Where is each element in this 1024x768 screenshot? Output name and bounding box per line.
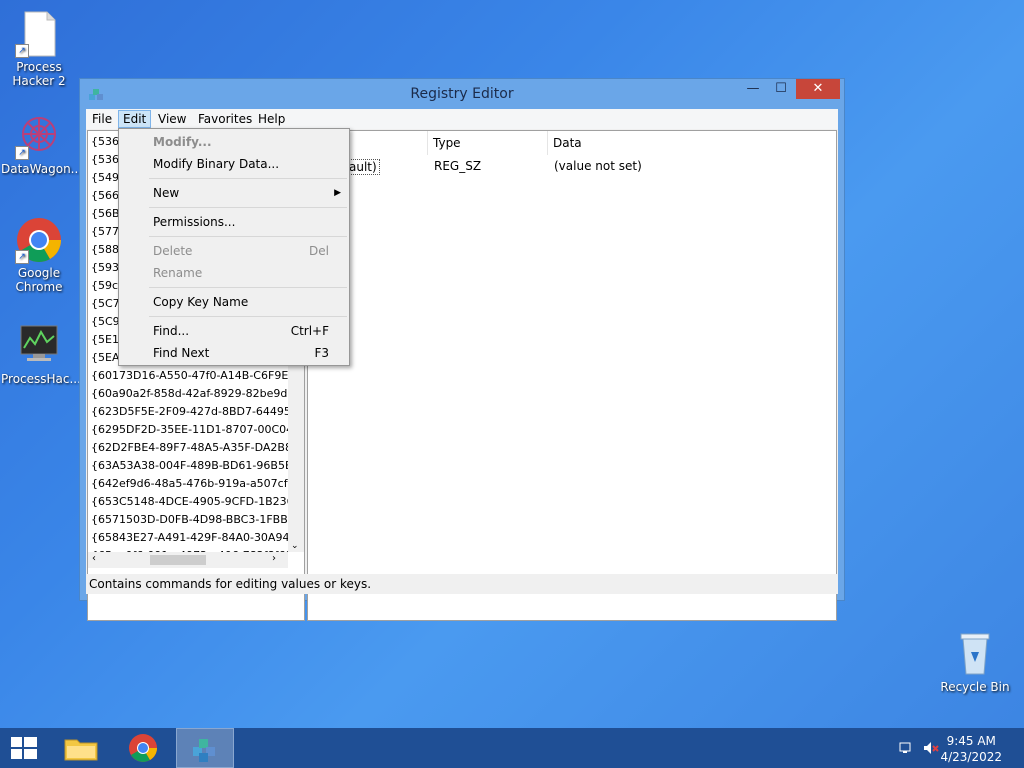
- menu-item-copy-key-name[interactable]: Copy Key Name: [121, 291, 347, 313]
- tree-item[interactable]: {642ef9d6-48a5-476b-919a-a507cfd0: [88, 475, 302, 493]
- chrome-icon: ↗: [15, 216, 63, 264]
- shortcut-arrow-icon: ↗: [15, 146, 29, 160]
- scroll-down-icon[interactable]: ⌄: [291, 541, 299, 551]
- menu-bar: File Edit View Favorites Help: [86, 109, 838, 129]
- maximize-button[interactable]: ☐: [768, 79, 794, 99]
- tree-item[interactable]: {63A53A38-004F-489B-BD61-96B5EEF: [88, 457, 304, 475]
- monitor-icon: [15, 322, 63, 370]
- datawagon-logo-icon: ↗: [15, 112, 63, 160]
- minimize-button[interactable]: —: [740, 79, 766, 99]
- desktop-icon-label: ProcessHac...: [1, 372, 81, 386]
- edit-menu-dropdown: Modify... Modify Binary Data... New ▶ Pe…: [118, 128, 350, 366]
- recycle-bin-icon: [951, 630, 999, 678]
- scroll-thumb[interactable]: [150, 555, 206, 565]
- menu-file[interactable]: File: [88, 111, 116, 127]
- taskbar-registry-editor[interactable]: [176, 728, 234, 768]
- menu-separator: [149, 287, 347, 288]
- menu-favorites[interactable]: Favorites: [194, 111, 256, 127]
- menu-separator: [149, 316, 347, 317]
- desktop-icon-processhacker[interactable]: ProcessHac...: [1, 322, 81, 386]
- desktop-icon-recycle-bin[interactable]: Recycle Bin: [937, 630, 1013, 694]
- tree-item[interactable]: {65843E27-A491-429F-84A0-30A947E: [88, 529, 303, 547]
- menu-item-find[interactable]: Find... Ctrl+F: [121, 320, 347, 342]
- close-button[interactable]: ✕: [796, 79, 840, 99]
- menu-help[interactable]: Help: [254, 111, 289, 127]
- desktop-icon-label: Recycle Bin: [940, 680, 1010, 694]
- network-icon[interactable]: [898, 740, 914, 759]
- chrome-icon: [129, 734, 157, 762]
- registry-editor-icon: [193, 739, 215, 762]
- folder-icon: [64, 739, 98, 761]
- menu-view[interactable]: View: [154, 111, 190, 127]
- menu-item-delete[interactable]: Delete Del: [121, 240, 347, 262]
- status-bar: Contains commands for editing values or …: [86, 574, 838, 594]
- menu-item-modify[interactable]: Modify...: [121, 131, 347, 153]
- taskbar-google-chrome[interactable]: [115, 728, 171, 768]
- desktop-icon-process-hacker[interactable]: ↗ Process Hacker 2: [1, 10, 77, 88]
- menu-separator: [149, 178, 347, 179]
- start-button[interactable]: [0, 728, 48, 768]
- value-data: (value not set): [554, 159, 642, 173]
- desktop-icon-label: DataWagon...: [1, 162, 83, 176]
- shortcut-arrow-icon: ↗: [15, 250, 29, 264]
- title-bar[interactable]: Registry Editor — ☐ ✕: [80, 79, 844, 109]
- values-list-pane[interactable]: Type Data ault) REG_SZ (value not set): [307, 130, 837, 621]
- shortcut-arrow-icon: ↗: [15, 44, 29, 58]
- window-title: Registry Editor: [410, 86, 514, 102]
- desktop-icon-datawagon[interactable]: ↗ DataWagon...: [1, 112, 83, 176]
- desktop-icon-label: Google Chrome: [15, 266, 63, 294]
- column-header-data[interactable]: Data: [548, 131, 836, 155]
- clock-time: 9:45 AM: [946, 734, 996, 748]
- column-header-type[interactable]: Type: [428, 131, 548, 155]
- menu-item-new[interactable]: New ▶: [121, 182, 347, 204]
- menu-separator: [149, 236, 347, 237]
- submenu-arrow-icon: ▶: [334, 188, 341, 198]
- menu-item-find-next[interactable]: Find Next F3: [121, 342, 347, 364]
- tree-item[interactable]: {6295DF2D-35EE-11D1-8707-00C04FD: [88, 421, 304, 439]
- taskbar: 9:45 AM 4/23/2022: [0, 728, 1024, 768]
- tree-item[interactable]: {653C5148-4DCE-4905-9CFD-1B2366: [88, 493, 301, 511]
- menu-item-permissions[interactable]: Permissions...: [121, 211, 347, 233]
- menu-edit[interactable]: Edit: [118, 110, 152, 128]
- document-icon: ↗: [15, 10, 63, 58]
- tree-item[interactable]: {60173D16-A550-47f0-A14B-C6F9E4D: [88, 367, 304, 385]
- volume-muted-icon[interactable]: [922, 740, 940, 759]
- tree-horizontal-scrollbar[interactable]: ‹ ›: [88, 552, 288, 568]
- system-clock[interactable]: 9:45 AM 4/23/2022: [940, 733, 1002, 765]
- tree-item[interactable]: {62D2FBE4-89F7-48A5-A35F-DA2B8A: [88, 439, 299, 457]
- tree-item[interactable]: {623D5F5E-2F09-427d-8BD7-64495CD: [88, 403, 304, 421]
- desktop-icon-google-chrome[interactable]: ↗ Google Chrome: [1, 216, 77, 294]
- clock-date: 4/23/2022: [940, 750, 1002, 764]
- windows-logo-icon: [11, 737, 37, 759]
- tree-item[interactable]: {60a90a2f-858d-42af-8929-82be9d99: [88, 385, 301, 403]
- value-type: REG_SZ: [434, 159, 482, 173]
- desktop-icon-label: Process Hacker 2: [12, 60, 66, 88]
- scroll-right-icon[interactable]: ›: [272, 553, 276, 564]
- menu-separator: [149, 207, 347, 208]
- value-name[interactable]: ault): [346, 159, 380, 175]
- tree-item[interactable]: {6571503D-D0FB-4D98-BBC3-1FBB2B: [88, 511, 302, 529]
- menu-item-rename[interactable]: Rename: [121, 262, 347, 284]
- scroll-left-icon[interactable]: ‹: [92, 553, 96, 564]
- menu-item-modify-binary-data[interactable]: Modify Binary Data...: [121, 153, 347, 175]
- taskbar-file-explorer[interactable]: [53, 728, 109, 768]
